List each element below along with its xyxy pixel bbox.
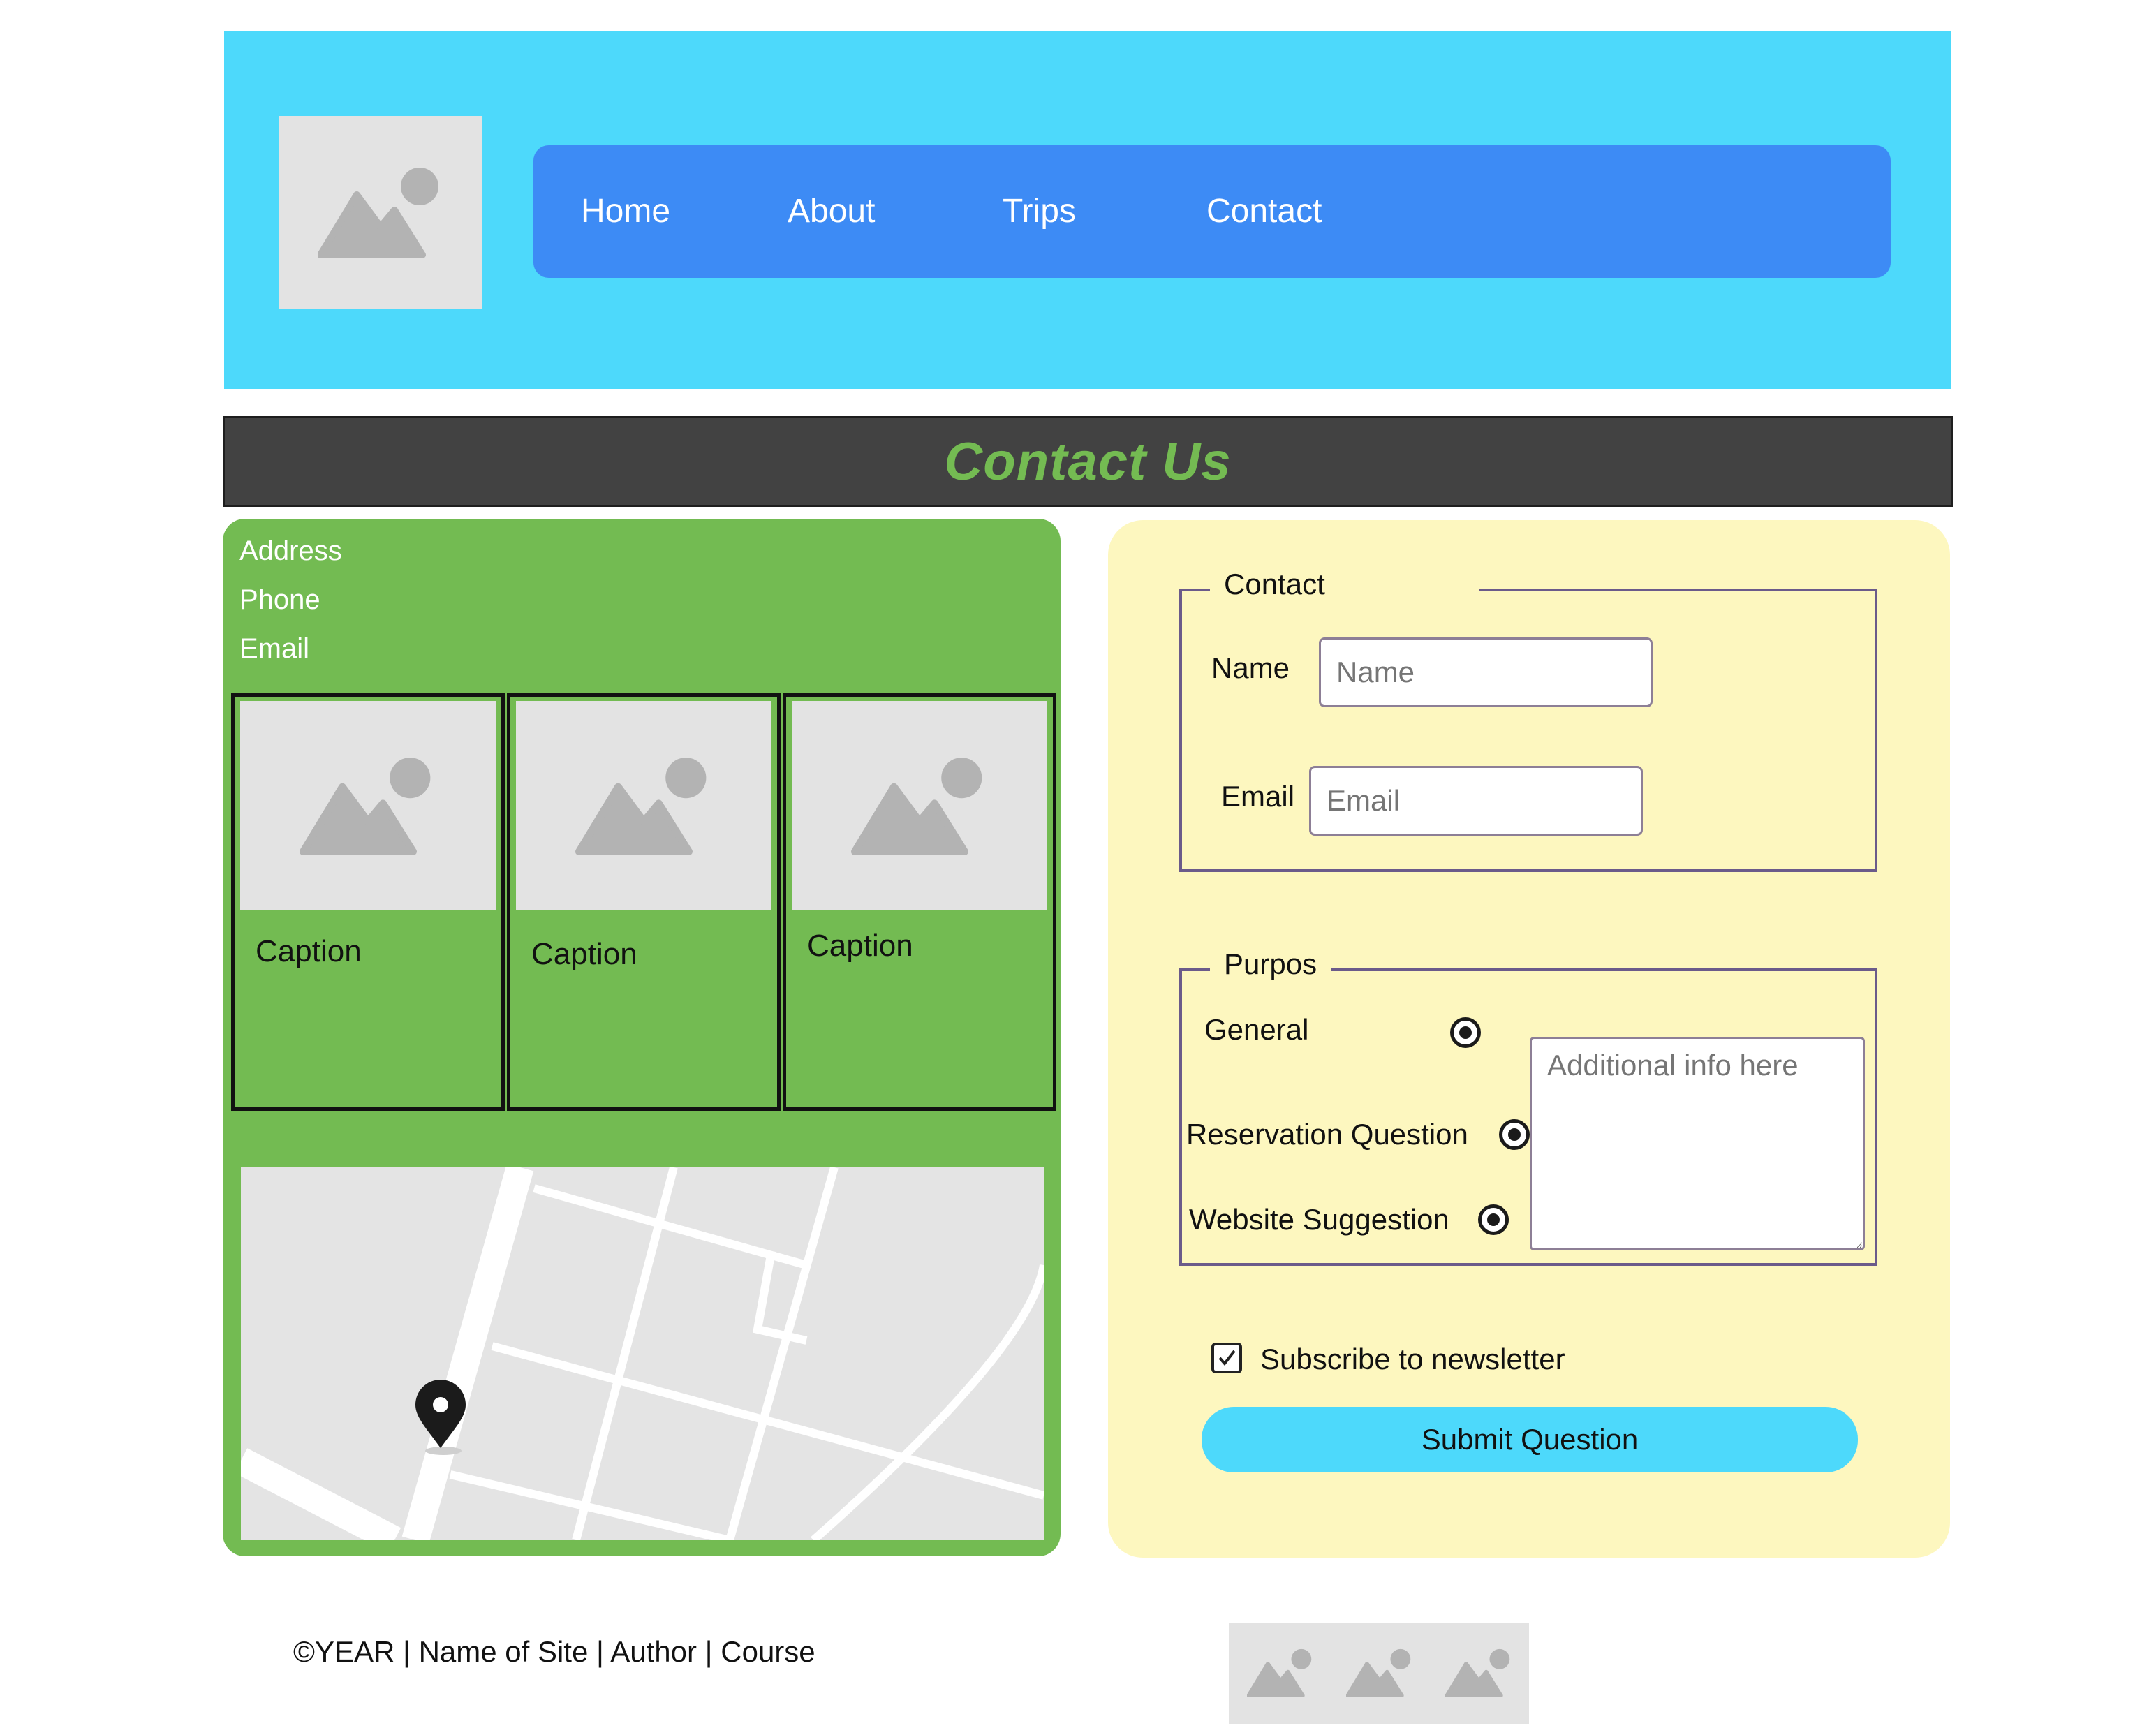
card-image	[240, 701, 496, 910]
newsletter-label: Subscribe to newsletter	[1260, 1343, 1565, 1375]
email-label: Email	[239, 633, 310, 664]
phone-label: Phone	[239, 584, 320, 615]
image-placeholder-icon	[575, 758, 707, 855]
contact-legend: Contact	[1210, 568, 1479, 601]
card-caption: Caption	[531, 937, 637, 971]
card-caption: Caption	[256, 934, 362, 968]
image-placeholder-icon	[318, 168, 438, 258]
main-nav: Home About Trips Contact	[533, 145, 1891, 278]
location-map[interactable]	[241, 1167, 1044, 1540]
page-title: Contact Us	[944, 431, 1232, 492]
purpose-legend: Purpos	[1210, 947, 1331, 981]
contact-form-panel: Contact Name Email Purpos General Reserv…	[1108, 520, 1950, 1558]
address-label: Address	[239, 536, 342, 566]
radio-reservation[interactable]	[1499, 1119, 1530, 1150]
gallery-card[interactable]: Caption	[507, 693, 781, 1111]
image-placeholder-icon	[300, 758, 431, 855]
radio-website[interactable]	[1478, 1204, 1509, 1235]
name-input[interactable]	[1319, 637, 1653, 707]
email-input[interactable]	[1309, 766, 1643, 836]
title-band: Contact Us	[223, 416, 1953, 507]
purpose-fieldset: Purpos General Reservation Question Webs…	[1179, 947, 1877, 1266]
image-placeholder-icon	[851, 758, 982, 855]
radio-general[interactable]	[1450, 1017, 1481, 1048]
map-pin-icon	[415, 1380, 466, 1455]
social-icons	[1229, 1623, 1529, 1724]
additional-info-textarea[interactable]	[1530, 1037, 1865, 1250]
map-roads	[241, 1167, 1044, 1540]
newsletter-checkbox[interactable]	[1211, 1343, 1242, 1373]
footer-credits: ©YEAR | Name of Site | Author | Course	[293, 1635, 815, 1668]
gallery-card[interactable]: Caption	[231, 693, 505, 1111]
card-image	[516, 701, 771, 910]
radio-label-reservation: Reservation Question	[1186, 1118, 1468, 1151]
logo-image[interactable]	[279, 116, 482, 309]
gallery-card[interactable]: Caption	[783, 693, 1056, 1111]
radio-label-general: General	[1204, 1013, 1309, 1046]
name-label: Name	[1211, 651, 1290, 684]
image-placeholder-icon[interactable]	[1346, 1648, 1413, 1697]
submit-question-button[interactable]: Submit Question	[1202, 1407, 1858, 1472]
nav-trips[interactable]: Trips	[1003, 145, 1076, 278]
checkmark-icon	[1218, 1350, 1236, 1366]
nav-about[interactable]: About	[788, 145, 875, 278]
nav-contact[interactable]: Contact	[1206, 145, 1322, 278]
contact-fieldset: Contact Name Email	[1179, 568, 1877, 872]
image-placeholder-icon[interactable]	[1247, 1648, 1314, 1697]
email-field-label: Email	[1221, 780, 1295, 813]
image-placeholder-icon[interactable]	[1445, 1648, 1512, 1697]
card-image	[792, 701, 1047, 910]
radio-label-website: Website Suggestion	[1189, 1203, 1449, 1236]
card-caption: Caption	[807, 929, 913, 963]
nav-home[interactable]: Home	[581, 145, 670, 278]
